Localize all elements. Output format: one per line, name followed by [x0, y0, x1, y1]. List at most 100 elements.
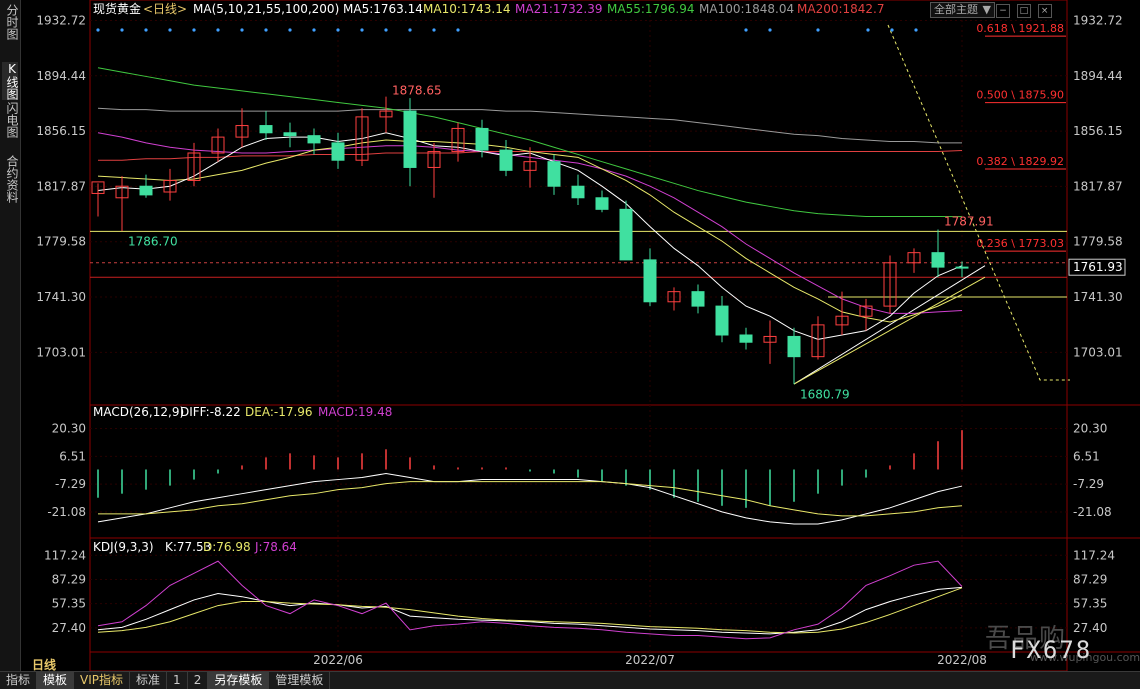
price-tick-right: 1741.30 — [1073, 290, 1123, 304]
theme-select[interactable]: 全部主题 ▼ — [930, 2, 995, 18]
macd-tick-left: 20.30 — [52, 422, 86, 436]
ma55-line — [97, 67, 963, 218]
candle — [403, 98, 417, 187]
signal-dot — [432, 28, 436, 32]
ma-value-3: MA55:1796.94 — [607, 2, 695, 16]
candle — [91, 181, 105, 217]
signal-dot — [240, 28, 244, 32]
ma-value-5: MA200:1842.7 — [797, 2, 885, 16]
signal-dot — [216, 28, 220, 32]
kdj-tick-left: 57.35 — [52, 597, 86, 611]
kline-chart[interactable]: 1932.72 1932.72 1894.44 1894.44 1856.15 1856.… — [0, 0, 1140, 672]
ma-value-2: MA21:1732.39 — [515, 2, 603, 16]
kdj-j: J:78.64 — [254, 540, 297, 554]
signal-dot — [168, 28, 172, 32]
price-tick-left: 1894.44 — [36, 69, 86, 83]
candle-body — [643, 259, 657, 303]
tab-vip-indicators[interactable]: VIP指标 — [74, 672, 131, 689]
period-tag: <日线> — [143, 2, 187, 16]
fib-label: 0.618 \ 1921.88 — [976, 22, 1064, 35]
candle-body — [259, 125, 273, 134]
macd-title: MACD(26,12,9) — [93, 405, 184, 419]
price-tick-right: 1856.15 — [1073, 124, 1123, 138]
signal-dot — [816, 28, 820, 32]
candle — [883, 255, 897, 314]
signal-dot — [768, 28, 772, 32]
kdj-tick-left: 27.40 — [52, 621, 86, 635]
window-controls: − □ × — [996, 2, 1055, 18]
fib-label: 0.500 \ 1875.90 — [976, 89, 1064, 102]
tab-standard[interactable]: 标准 — [130, 672, 168, 689]
candle — [379, 96, 393, 133]
candle-body — [139, 185, 153, 196]
fib-label: 0.382 \ 1829.92 — [976, 155, 1064, 168]
candle — [643, 248, 657, 307]
macd-tick-right: -21.08 — [1073, 505, 1112, 519]
bottom-toolbar: 指标 模板 VIP指标 标准 1 2 另存模板 管理模板 — [0, 671, 1140, 689]
tab-1[interactable]: 1 — [167, 672, 188, 689]
price-annotation: 1878.65 — [392, 84, 442, 98]
candle — [715, 296, 729, 343]
x-tick-label: 2022/07 — [625, 653, 675, 667]
tab-templates[interactable]: 模板 — [37, 672, 75, 689]
signal-dot — [192, 28, 196, 32]
candle — [259, 111, 273, 140]
fib-fan-line — [887, 24, 1070, 381]
price-tick-right: 1779.58 — [1073, 235, 1123, 249]
candle — [139, 174, 153, 198]
signal-dot — [96, 28, 100, 32]
candle-body — [787, 335, 801, 358]
signal-dot — [144, 28, 148, 32]
candle — [427, 142, 441, 198]
signal-dot — [408, 28, 412, 32]
signal-dot — [456, 28, 460, 32]
ma100-line — [97, 107, 963, 144]
candle-body — [499, 149, 513, 171]
signal-dot — [384, 28, 388, 32]
price-tick-left: 1856.15 — [36, 124, 86, 138]
macd-value: MACD:19.48 — [318, 405, 392, 419]
candle — [667, 287, 681, 311]
tab-2[interactable]: 2 — [188, 672, 209, 689]
signal-dot — [360, 28, 364, 32]
instrument-name: 现货黄金 — [93, 1, 141, 16]
signal-dot — [264, 28, 268, 32]
price-annotation: 1787.91 — [944, 215, 994, 229]
kdj-k-line — [97, 586, 963, 635]
signal-dot — [744, 28, 748, 32]
ma-value-0: MA5:1763.14 — [343, 2, 423, 16]
minimize-icon[interactable]: − — [996, 4, 1010, 18]
price-tick-left: 1932.72 — [36, 14, 86, 28]
kdj-tick-right: 87.29 — [1073, 572, 1107, 586]
candle — [931, 229, 945, 278]
candle-body — [595, 197, 609, 210]
signal-dot — [336, 28, 340, 32]
candle-body — [475, 127, 489, 151]
ma-value-1: MA10:1743.14 — [423, 2, 511, 16]
candle-body — [547, 161, 561, 187]
chevron-down-icon: ▼ — [982, 3, 991, 16]
candle-body — [691, 291, 705, 307]
price-tick-right: 1894.44 — [1073, 69, 1123, 83]
macd-tick-right: -7.29 — [1073, 477, 1104, 491]
x-tick-label: 2022/06 — [313, 653, 363, 667]
tab-indicators[interactable]: 指标 — [0, 672, 38, 689]
kdj-tick-left: 117.24 — [44, 548, 86, 562]
x-tick-label: 2022/08 — [937, 653, 987, 667]
tab-save-template[interactable]: 另存模板 — [208, 672, 270, 689]
close-icon[interactable]: × — [1037, 4, 1052, 18]
price-tick-left: 1817.87 — [36, 179, 86, 193]
ma-params: MA(5,10,21,55,100,200) — [193, 2, 339, 16]
candle-body — [955, 266, 969, 269]
kdj-j-line — [97, 560, 963, 640]
tab-manage-templates[interactable]: 管理模板 — [269, 672, 331, 689]
candle — [595, 190, 609, 213]
signal-dot — [890, 28, 894, 32]
macd-dea-line — [98, 481, 963, 517]
candle — [619, 200, 633, 261]
macd-tick-right: 6.51 — [1073, 449, 1100, 463]
maximize-icon[interactable]: □ — [1016, 4, 1031, 18]
candle-body — [739, 334, 753, 343]
ma-value-4: MA100:1848.04 — [699, 2, 794, 16]
candle — [499, 140, 513, 177]
